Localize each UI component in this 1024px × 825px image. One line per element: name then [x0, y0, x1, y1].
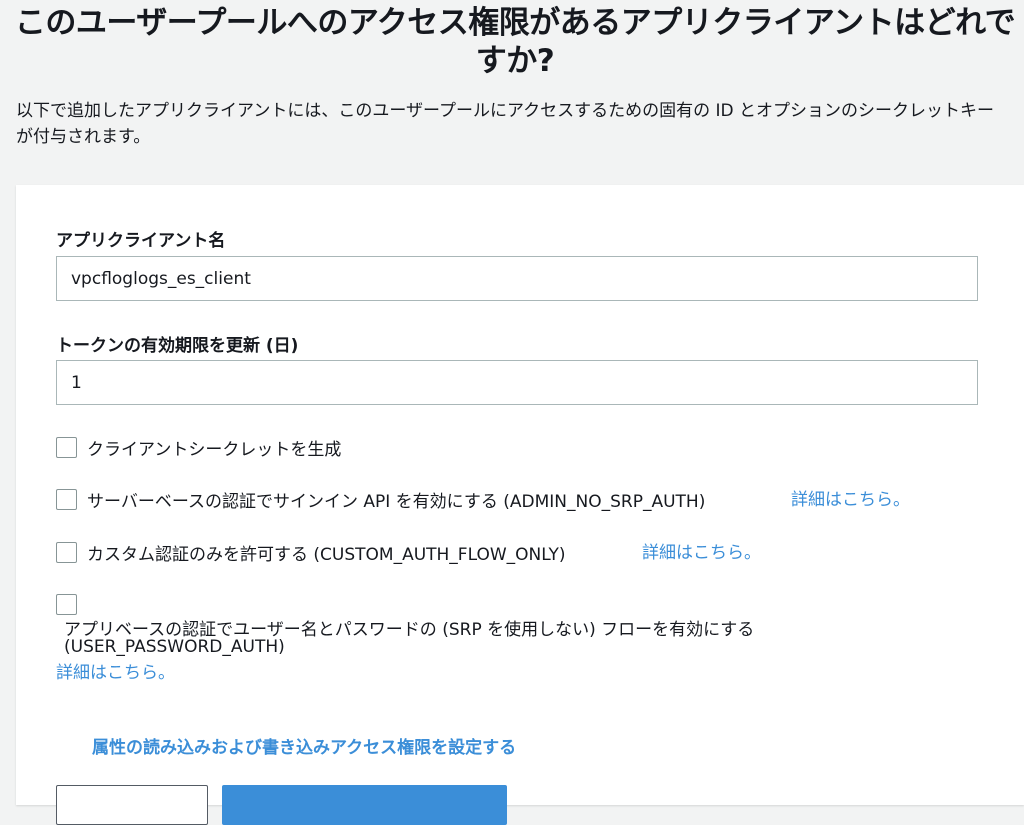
admin-no-srp-auth-checkbox[interactable]: [56, 489, 77, 510]
user-password-auth-label-line2: (USER_PASSWORD_AUTH): [64, 637, 285, 657]
admin-no-srp-auth-learn-more-link[interactable]: 詳細はこちら。: [791, 485, 910, 510]
refresh-token-label: トークンの有効期限を更新 (日): [56, 336, 299, 356]
page-description: 以下で追加したアプリクライアントには、このユーザープールにアクセスするための固有…: [16, 101, 995, 147]
page-title: このユーザープールへのアクセス権限があるアプリクライアントはどれですか?: [14, 5, 1016, 79]
custom-auth-flow-only-checkbox[interactable]: [56, 542, 77, 563]
create-app-client-button[interactable]: [222, 785, 507, 825]
generate-secret-label: クライアントシークレットを生成: [87, 440, 342, 460]
cancel-button[interactable]: [56, 785, 208, 825]
custom-auth-flow-only-label: カスタム認証のみを許可する (CUSTOM_AUTH_FLOW_ONLY): [87, 545, 566, 565]
app-client-name-label: アプリクライアント名: [56, 231, 226, 251]
custom-auth-flow-only-learn-more-link[interactable]: 詳細はこちら。: [642, 538, 761, 563]
set-attribute-permissions-link[interactable]: 属性の読み込みおよび書き込みアクセス権限を設定する: [92, 733, 516, 758]
admin-no-srp-auth-label: サーバーベースの認証でサインイン API を有効にする (ADMIN_NO_SR…: [87, 492, 706, 512]
generate-secret-checkbox[interactable]: [56, 437, 77, 458]
option-admin-no-srp-auth: サーバーベースの認証でサインイン API を有効にする (ADMIN_NO_SR…: [56, 487, 705, 512]
user-password-auth-learn-more-link[interactable]: 詳細はこちら。: [56, 658, 175, 683]
app-client-name-input[interactable]: [56, 256, 978, 301]
option-generate-secret: クライアントシークレットを生成: [56, 435, 341, 460]
option-custom-auth-flow-only: カスタム認証のみを許可する (CUSTOM_AUTH_FLOW_ONLY): [56, 540, 565, 565]
user-password-auth-checkbox[interactable]: [56, 594, 77, 615]
refresh-token-input[interactable]: [56, 360, 978, 405]
